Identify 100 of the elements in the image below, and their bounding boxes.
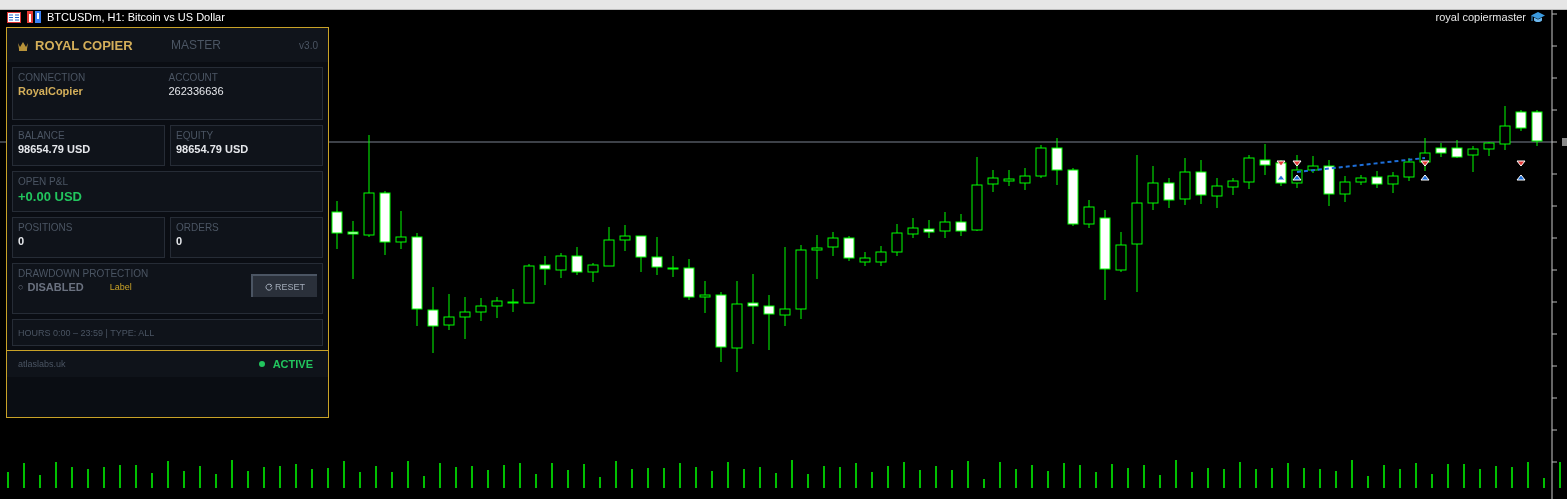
list-icon — [7, 11, 21, 23]
candle — [1339, 175, 1351, 203]
drawdown-status: DISABLED — [27, 281, 84, 293]
candle — [875, 245, 887, 267]
candle — [459, 296, 471, 340]
candle — [347, 220, 359, 280]
expert-label: royal copiermaster — [1435, 11, 1526, 23]
candle — [923, 219, 935, 239]
candle — [507, 288, 519, 313]
candle — [619, 224, 631, 252]
candle — [859, 251, 871, 267]
candle — [1083, 199, 1095, 229]
candle — [1531, 109, 1543, 147]
candle — [1195, 159, 1207, 205]
stat-value: 98654.79 USD — [18, 143, 92, 155]
stat-value: 0 — [18, 235, 26, 247]
mode-label: MASTER — [171, 38, 222, 52]
note-label: Label — [109, 282, 132, 292]
reset-icon — [265, 282, 273, 291]
candle — [1355, 174, 1367, 186]
candle — [635, 235, 647, 273]
buy-arrow-icon — [1516, 174, 1526, 181]
candle — [939, 211, 951, 239]
candle — [1435, 142, 1447, 158]
candle — [747, 273, 759, 345]
candle — [571, 246, 583, 276]
hours-text: HOURS 0:00 – 23:59 | TYPE: ALL — [18, 327, 156, 338]
brand-title: ROYAL COPIER — [35, 37, 134, 53]
candle — [1035, 144, 1047, 179]
candle — [1051, 137, 1063, 186]
candle — [1243, 154, 1255, 190]
graduation-cap-icon — [1531, 11, 1545, 23]
candle — [1179, 157, 1191, 206]
candle — [955, 213, 967, 237]
candle — [1403, 157, 1415, 182]
candle — [491, 296, 503, 319]
candle — [587, 262, 599, 283]
candle — [763, 294, 775, 351]
candle — [1387, 171, 1399, 194]
candle — [987, 169, 999, 193]
candle — [811, 234, 823, 280]
candle — [1483, 141, 1495, 157]
candle — [475, 297, 487, 322]
sell-arrow-icon — [1516, 160, 1526, 167]
connection-label: CONNECTION — [18, 72, 87, 83]
drawdown-label: DRAWDOWN PROTECTION — [18, 268, 149, 279]
candle — [1211, 177, 1223, 209]
window-title: BTCUSDm, H1: Bitcoin vs US Dollar — [47, 11, 225, 23]
candle — [523, 263, 535, 304]
account-label: ACCOUNT — [168, 72, 219, 83]
candle — [331, 200, 343, 250]
candle — [1019, 167, 1031, 191]
connection-value: RoyalCopier — [18, 85, 84, 97]
stat-label: ORDERS — [176, 222, 220, 233]
candle — [1499, 105, 1511, 151]
candle — [1163, 177, 1175, 209]
candle — [603, 226, 615, 267]
candle — [827, 231, 839, 257]
candle — [443, 293, 455, 331]
candle — [667, 255, 679, 278]
stat-label: OPEN P&L — [18, 176, 70, 187]
candle — [843, 235, 855, 262]
candle — [1307, 155, 1319, 174]
stat-label: EQUITY — [176, 130, 215, 141]
candle — [1467, 145, 1479, 173]
status-label: ACTIVE — [272, 358, 313, 370]
candle — [539, 255, 551, 286]
candle — [1371, 170, 1383, 189]
candle — [1259, 143, 1271, 176]
candle — [1451, 139, 1463, 159]
sell-arrow-icon — [1420, 160, 1430, 167]
buy-arrow-icon — [1420, 174, 1430, 181]
account-value: 262336636 — [168, 85, 225, 97]
candle — [699, 280, 711, 314]
candle — [1227, 177, 1239, 196]
candle — [1067, 167, 1079, 227]
stat-value: 0 — [176, 235, 184, 247]
stat-label: POSITIONS — [18, 222, 74, 233]
candle — [715, 291, 727, 363]
candle — [427, 286, 439, 354]
stat-value: 98654.79 USD — [176, 143, 250, 155]
candle — [1147, 165, 1159, 211]
candle — [1115, 231, 1127, 273]
stat-label: BALANCE — [18, 130, 66, 141]
stat-value: +0.00 USD — [18, 189, 83, 204]
candle — [1003, 169, 1015, 187]
version-label: v3.0 — [299, 39, 318, 51]
candle — [683, 258, 695, 301]
candle — [555, 252, 567, 279]
candle — [379, 190, 391, 256]
candle — [1323, 159, 1335, 207]
candle — [1515, 109, 1527, 132]
candle — [907, 217, 919, 239]
status-glyph: ○ — [18, 282, 24, 292]
candle — [651, 236, 663, 276]
candle — [1275, 159, 1287, 187]
chart-icon — [27, 11, 41, 23]
candle — [1419, 137, 1431, 172]
candle — [395, 210, 407, 250]
candle — [891, 223, 903, 257]
